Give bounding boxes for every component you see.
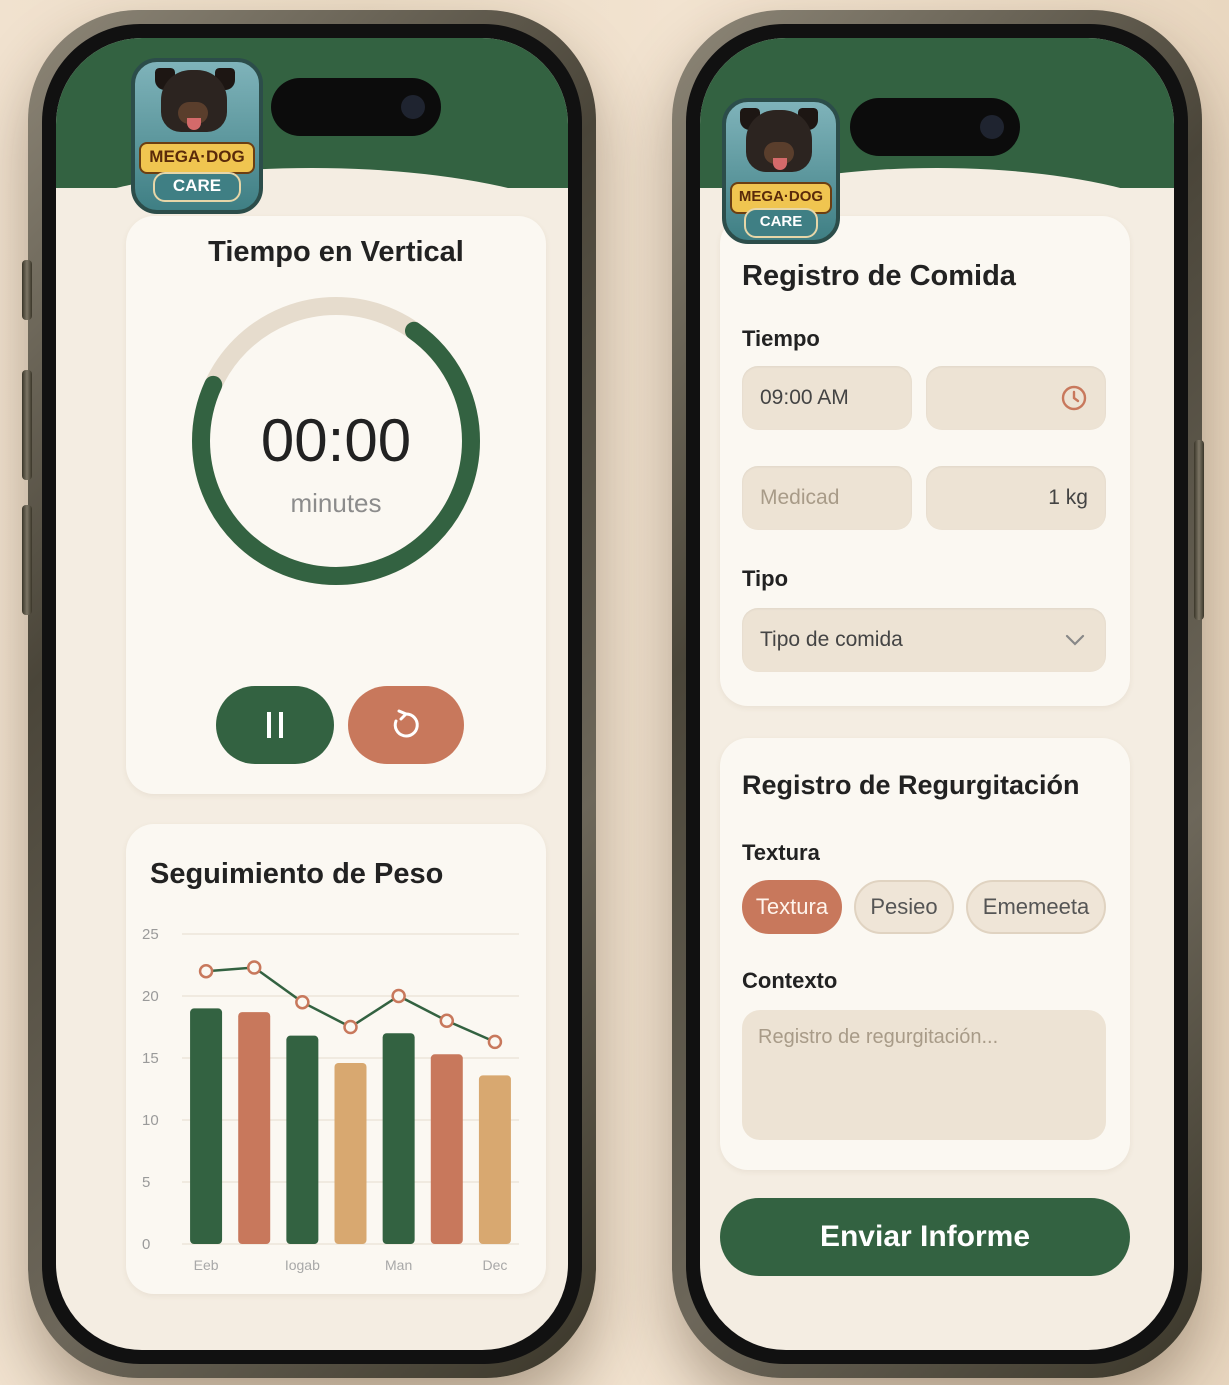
regurgitation-title: Registro de Regurgitación	[742, 770, 1080, 800]
logo-line1: MEGA·DOG	[139, 142, 255, 174]
reset-icon	[393, 709, 419, 738]
left-phone: Tiempo en Vertical 00:00 minutes Seguimi…	[22, 10, 596, 1378]
clock-icon	[1061, 385, 1087, 411]
chip-textura[interactable]: Textura	[742, 880, 842, 934]
weight-bar	[478, 1075, 511, 1244]
timer-unit: minutes	[290, 488, 382, 518]
weight-bar	[430, 1054, 463, 1244]
context-textarea[interactable]: Registro de regurgitación...	[742, 1010, 1106, 1140]
x-tick-label: Dec	[482, 1257, 507, 1273]
dynamic-island	[850, 98, 1020, 156]
dynamic-island	[271, 78, 441, 136]
y-tick-label: 0	[142, 1236, 150, 1253]
weight-bar	[334, 1062, 367, 1244]
x-tick-label: Man	[385, 1257, 412, 1273]
volume-down-button	[22, 505, 32, 615]
food-type-select[interactable]: Tipo de comida	[742, 608, 1106, 672]
y-tick-label: 15	[142, 1050, 159, 1067]
type-label: Tipo	[742, 566, 789, 591]
pause-button[interactable]	[216, 686, 334, 764]
trend-point	[439, 1013, 455, 1029]
logo-line2: CARE	[153, 172, 241, 202]
chip-pesieo[interactable]: Pesieo	[854, 880, 954, 934]
y-tick-label: 20	[142, 988, 159, 1005]
left-screen: Tiempo en Vertical 00:00 minutes Seguimi…	[56, 38, 568, 1350]
texture-label: Textura	[742, 840, 820, 865]
submit-report-button[interactable]: Enviar Informe	[720, 1198, 1130, 1276]
chip-ememeeta[interactable]: Ememeeta	[966, 880, 1106, 934]
trend-point	[295, 994, 310, 1010]
y-tick-label: 25	[142, 926, 159, 943]
chevron-down-icon	[1065, 634, 1085, 646]
power-button	[1194, 440, 1204, 620]
weight-chart: 0 5 10 15 20 25 Eeb Iogab Man Dec	[142, 926, 519, 1273]
measure-input[interactable]: Medicad	[742, 466, 912, 530]
context-label: Contexto	[742, 968, 838, 993]
x-tick-label: Iogab	[285, 1257, 320, 1273]
trend-point	[198, 963, 214, 979]
food-card: Registro de Comida Tiempo 09:00 AM Medic…	[720, 216, 1130, 706]
time-label: Tiempo	[742, 326, 820, 351]
food-type-value: Tipo de comida	[760, 628, 903, 651]
time-input[interactable]: 09:00 AM	[742, 366, 912, 430]
weight-input[interactable]: 1 kg	[926, 466, 1106, 530]
timer-title: Tiempo en Vertical	[208, 236, 464, 268]
weight-title: Seguimiento de Peso	[150, 858, 444, 890]
regurgitation-card: Registro de Regurgitación Textura Textur…	[720, 738, 1130, 1170]
side-button	[22, 260, 32, 320]
food-title: Registro de Comida	[742, 260, 1016, 292]
app-logo: MEGA·DOG CARE	[131, 58, 263, 214]
x-tick-label: Eeb	[194, 1257, 219, 1273]
y-tick-label: 5	[142, 1174, 150, 1191]
right-phone: Registro de Comida Tiempo 09:00 AM Medic…	[672, 10, 1204, 1378]
weight-bar	[190, 1008, 223, 1244]
timer-value: 00:00	[260, 407, 412, 474]
trend-point	[391, 988, 406, 1004]
right-screen: Registro de Comida Tiempo 09:00 AM Medic…	[700, 38, 1174, 1350]
trend-point	[343, 1019, 358, 1035]
weight-bar	[382, 1033, 415, 1244]
volume-up-button	[22, 370, 32, 480]
reset-button[interactable]	[348, 686, 464, 764]
time-picker-field[interactable]	[926, 366, 1106, 430]
trend-point	[487, 1034, 503, 1050]
app-logo: MEGA·DOG CARE	[722, 98, 840, 244]
pause-icon	[267, 712, 283, 738]
weight-card: Seguimiento de Peso 0 5 10 15 20 25 Eeb Iogab Ma…	[126, 824, 546, 1294]
y-tick-label: 10	[142, 1112, 159, 1129]
weight-bar	[238, 1012, 271, 1244]
trend-point	[246, 960, 262, 975]
timer-card: Tiempo en Vertical 00:00 minutes	[126, 216, 546, 794]
logo-line2: CARE	[744, 208, 818, 238]
weight-bar	[286, 1035, 319, 1244]
